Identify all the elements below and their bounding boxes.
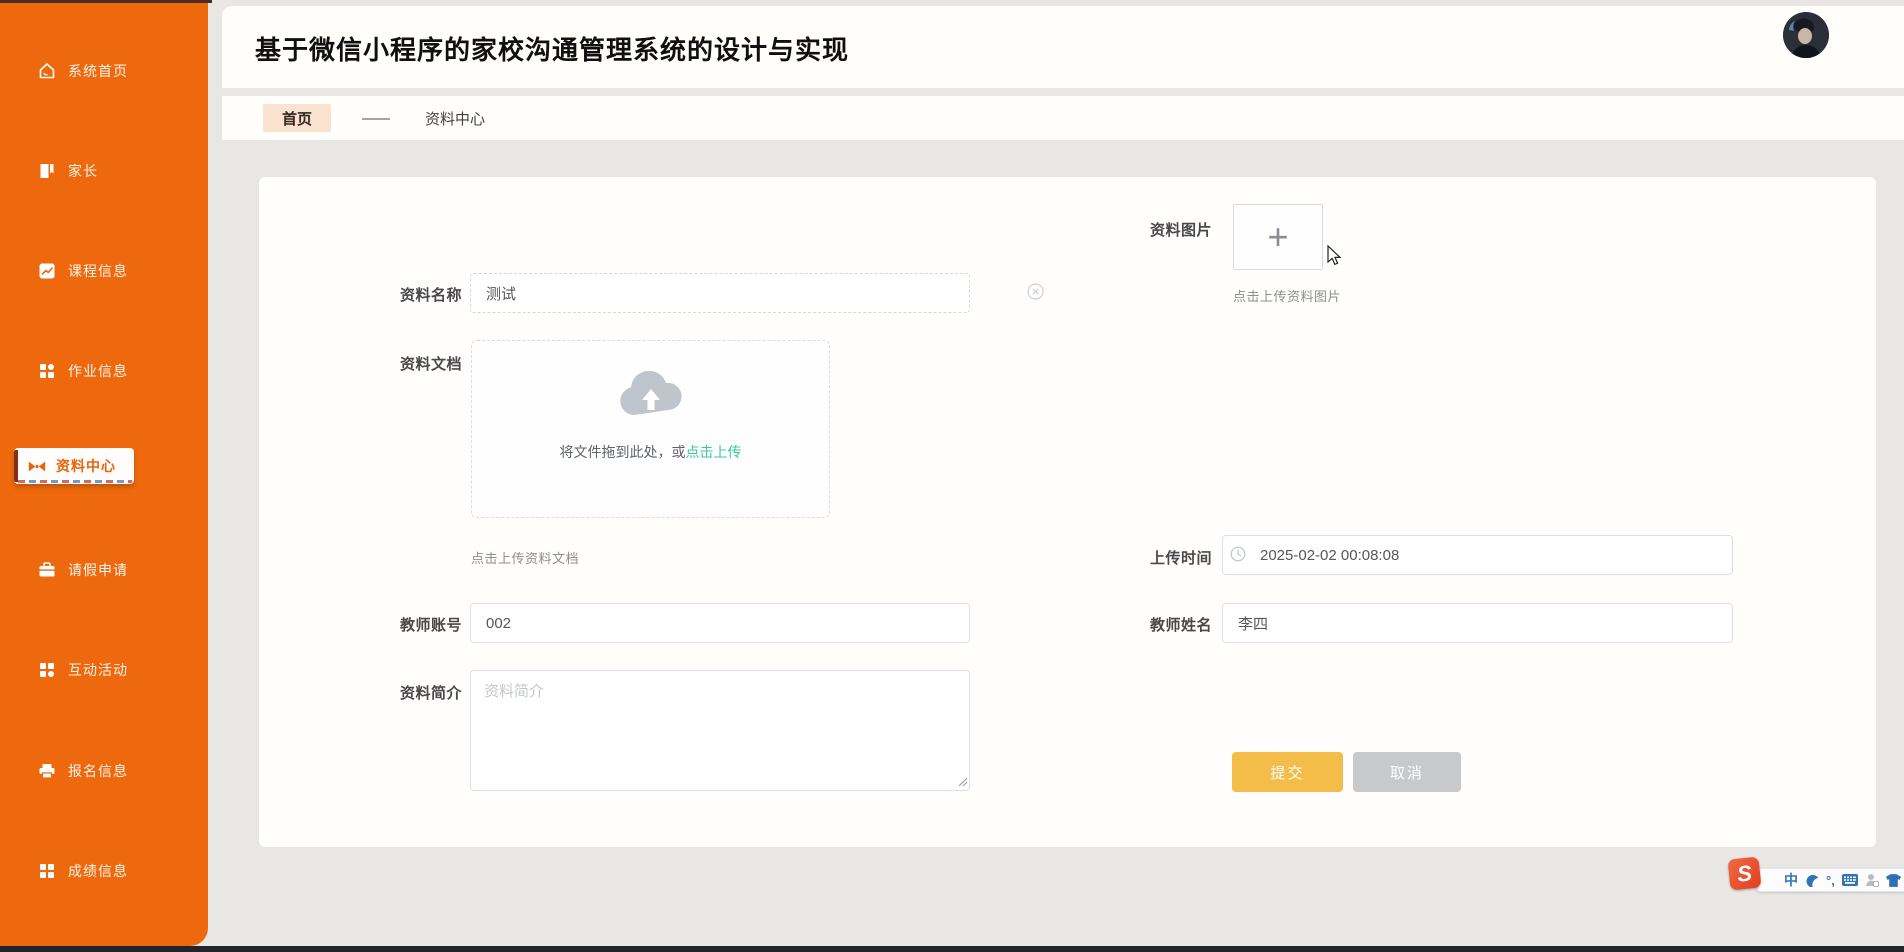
plus-icon: + [1267, 219, 1288, 255]
user-dict-icon[interactable] [1865, 873, 1879, 887]
image-upload-box[interactable]: + [1233, 204, 1323, 270]
breadcrumb-home[interactable]: 首页 [263, 104, 331, 132]
intro-field-label: 资料简介 [400, 682, 462, 703]
punctuation-icon[interactable]: °, [1826, 874, 1835, 887]
sidebar-item-home[interactable]: 系统首页 [0, 53, 208, 89]
remove-field-icon[interactable] [1027, 283, 1044, 300]
ime-mode-chinese[interactable]: 中 [1784, 873, 1798, 887]
sidebar-item-registration[interactable]: 报名信息 [0, 753, 208, 789]
drop-text: 将文件拖到此处，或 [560, 444, 686, 460]
notebook-icon [38, 162, 56, 180]
home-icon [38, 62, 56, 80]
sidebar-item-label: 作业信息 [68, 361, 128, 381]
image-field-label: 资料图片 [1150, 219, 1212, 240]
teacher-account-input[interactable] [470, 603, 970, 643]
sidebar-item-label: 系统首页 [68, 61, 128, 81]
sidebar-item-courses[interactable]: 课程信息 [0, 253, 208, 289]
avatar[interactable] [1783, 12, 1829, 58]
ime-toolbar: 中 °, [1757, 868, 1904, 892]
sidebar-item-homework[interactable]: 作业信息 [0, 353, 208, 389]
page-title: 基于微信小程序的家校沟通管理系统的设计与实现 [255, 30, 849, 67]
image-upload-hint: 点击上传资料图片 [1233, 286, 1393, 305]
printer-icon [38, 762, 56, 780]
intro-textarea[interactable] [470, 670, 970, 791]
sogou-logo[interactable]: S [1727, 856, 1761, 890]
grid-icon [38, 661, 56, 679]
upload-time-input[interactable] [1222, 535, 1733, 575]
doc-upload-hint: 点击上传资料文档 [471, 548, 579, 567]
keyboard-icon[interactable] [1842, 874, 1858, 886]
sidebar-item-label: 家长 [68, 161, 98, 181]
sidebar-item-activities[interactable]: 互动活动 [0, 652, 208, 688]
dropzone-text: 将文件拖到此处，或点击上传 [472, 442, 829, 462]
sidebar-item-label: 互动活动 [68, 660, 128, 680]
account-field-label: 教师账号 [400, 614, 462, 635]
cancel-button[interactable]: 取消 [1353, 752, 1461, 792]
sidebar-item-label: 课程信息 [68, 261, 128, 281]
breadcrumb-current: 资料中心 [425, 108, 485, 129]
sidebar-item-label: 成绩信息 [68, 861, 128, 881]
moon-icon[interactable] [1805, 873, 1819, 887]
sidebar-item-label: 资料中心 [56, 456, 116, 476]
textarea-resize-grip[interactable] [956, 775, 968, 787]
doc-upload-dropzone[interactable]: 将文件拖到此处，或点击上传 [471, 340, 830, 518]
teacher-name-input[interactable] [1222, 603, 1733, 643]
sidebar: 系统首页 家长 课程信息 作业信息 资料中心 请假申请 互动活动 [0, 0, 208, 946]
sidebar-item-label: 报名信息 [68, 761, 128, 781]
sidebar-item-data-center[interactable]: 资料中心 [14, 448, 134, 484]
briefcase-icon [38, 561, 56, 579]
header-bar: 基于微信小程序的家校沟通管理系统的设计与实现 [222, 6, 1904, 88]
sidebar-item-grades[interactable]: 成绩信息 [0, 853, 208, 889]
grid-icon [38, 862, 56, 880]
doc-field-label: 资料文档 [400, 353, 462, 374]
name-field-label: 资料名称 [400, 284, 462, 305]
upload-cloud-icon [616, 371, 686, 419]
skin-shirt-icon[interactable] [1886, 874, 1901, 887]
chart-icon [38, 262, 56, 280]
breadcrumb-separator: —— [362, 110, 388, 127]
breadcrumb: 首页 —— 资料中心 [222, 96, 1904, 140]
mouse-cursor [1327, 245, 1344, 267]
window-bottom-edge [0, 946, 1904, 952]
window-top-edge [0, 0, 212, 3]
sidebar-item-label: 请假申请 [68, 560, 128, 580]
name-input[interactable] [470, 273, 970, 313]
bowtie-icon [28, 457, 46, 475]
sidebar-item-parents[interactable]: 家长 [0, 153, 208, 189]
grid-icon [38, 362, 56, 380]
data-center-form-card: 资料图片 + 点击上传资料图片 资料名称 资料文档 将文件拖到此处，或点击上传 … [259, 177, 1876, 847]
click-upload-link[interactable]: 点击上传 [686, 444, 742, 460]
time-field-label: 上传时间 [1150, 547, 1212, 568]
teacher-field-label: 教师姓名 [1150, 614, 1212, 635]
submit-button[interactable]: 提交 [1232, 752, 1343, 792]
sidebar-item-leave[interactable]: 请假申请 [0, 552, 208, 588]
